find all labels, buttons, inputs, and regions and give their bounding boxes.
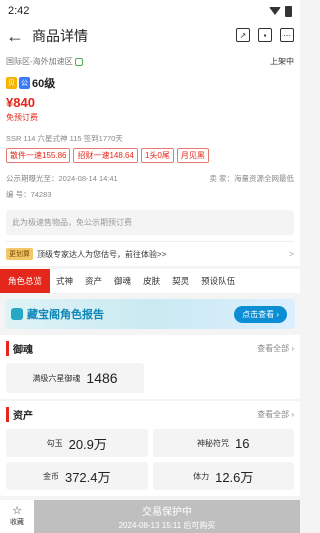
account-meta: SSR 114 六星式神 115 签到1770天 bbox=[6, 134, 123, 143]
role-report-banner[interactable]: 藏宝阁角色报告 点击查看 › bbox=[5, 299, 295, 329]
star-icon: ☆ bbox=[12, 505, 22, 517]
highlight-tag: 散件一速155.86 bbox=[6, 148, 71, 163]
seller-label: 卖 家： bbox=[209, 174, 234, 183]
publicity-info: 公示期曝光至：2024-08-14 14:41 bbox=[6, 173, 118, 184]
tab-assets[interactable]: 资产 bbox=[79, 269, 108, 293]
expert-promo[interactable]: 更划算 顶级专家达人为您估号，前往体验>> > bbox=[6, 241, 294, 266]
more-icon[interactable]: ⋯ bbox=[280, 28, 294, 42]
serial-number: 74283 bbox=[30, 190, 52, 199]
tab-shikigami[interactable]: 式神 bbox=[50, 269, 79, 293]
tab-overview[interactable]: 角色总览 bbox=[0, 269, 51, 293]
listing-status: 上架中 bbox=[270, 57, 294, 66]
region-text: 国际区-海外加速区 bbox=[6, 57, 73, 66]
assets-grid: 勾玉 20.9万 神秘符咒 16 金币 372.4万 体力 12.6万 bbox=[6, 429, 294, 490]
banner-title: 藏宝阁角色报告 bbox=[27, 309, 104, 321]
wifi-icon bbox=[269, 7, 281, 15]
tab-yuhun[interactable]: 御魂 bbox=[108, 269, 137, 293]
assets-section: 资产 查看全部 › 勾玉 20.9万 神秘符咒 16 金币 372.4万 体力 … bbox=[0, 401, 300, 496]
status-time: 2:42 bbox=[8, 5, 30, 17]
asset-cell: 金币 372.4万 bbox=[6, 462, 148, 490]
server-badge: 贝 bbox=[6, 77, 17, 89]
share-icon[interactable]: ↗ bbox=[236, 28, 250, 42]
asset-value: 372.4万 bbox=[64, 469, 111, 485]
highlight-tags: 散件一速155.86 招财一速148.64 1头0尾 月见黑 bbox=[6, 148, 294, 163]
tab-preset-team[interactable]: 预设队伍 bbox=[195, 269, 241, 293]
publicity-seller-row: 公示期曝光至：2024-08-14 14:41 卖 家：海量资源全网最低 bbox=[6, 173, 294, 184]
publicity-label: 公示期曝光至： bbox=[6, 174, 59, 183]
asset-label: 金币 bbox=[42, 471, 59, 481]
title-row: 贝 公 60级 bbox=[6, 75, 294, 91]
asset-cell: 勾玉 20.9万 bbox=[6, 429, 148, 457]
highlight-tag: 月见黑 bbox=[176, 148, 209, 163]
folder-icon[interactable]: ▪ bbox=[258, 28, 272, 42]
tab-skins[interactable]: 皮肤 bbox=[137, 269, 166, 293]
report-icon bbox=[11, 308, 23, 320]
serial-row: 编 号：74283 bbox=[6, 189, 294, 206]
region-label: 国际区-海外加速区 bbox=[6, 56, 83, 67]
header-actions: ↗ ▪ ⋯ bbox=[236, 28, 294, 42]
free-installment-label: 免预订费 bbox=[6, 113, 38, 122]
yuhun-label: 满级六星御魂 bbox=[32, 373, 81, 383]
asset-value: 16 bbox=[235, 435, 250, 451]
seller-info: 卖 家：海量资源全网最低 bbox=[209, 173, 294, 184]
status-bar: 2:42 bbox=[0, 0, 300, 22]
price: ¥840 bbox=[6, 95, 35, 110]
page-title: 商品详情 bbox=[32, 28, 88, 44]
tab-contract[interactable]: 契灵 bbox=[166, 269, 195, 293]
protection-title: 交易保护中 bbox=[142, 506, 192, 518]
bottom-bar: ☆ 收藏 交易保护中 2024-08-13 15:11 后可购买 bbox=[0, 500, 300, 533]
promo-badge: 更划算 bbox=[6, 248, 33, 260]
yuhun-header: 御魂 查看全部 › bbox=[6, 339, 294, 358]
highlight-tag: 招财一速148.64 bbox=[73, 148, 138, 163]
serial-label: 编 号： bbox=[6, 190, 31, 199]
back-arrow-icon[interactable]: ← bbox=[6, 26, 32, 47]
asset-label: 勾玉 bbox=[46, 438, 63, 448]
yuhun-stat: 满级六星御魂 1486 bbox=[6, 363, 144, 393]
top-bar: ← 商品详情 ↗ ▪ ⋯ bbox=[0, 22, 300, 50]
view-report-button[interactable]: 点击查看 › bbox=[234, 306, 287, 323]
chevron-right-icon: > bbox=[288, 249, 294, 259]
yuhun-value: 1486 bbox=[86, 370, 118, 386]
highlight-tag: 1头0尾 bbox=[140, 148, 174, 163]
yuhun-section: 御魂 查看全部 › 满级六星御魂 1486 bbox=[0, 335, 300, 399]
publicity-date: 2024-08-14 14:41 bbox=[58, 174, 118, 183]
protection-time: 2024-08-13 15:11 后可购买 bbox=[118, 520, 216, 530]
account-level: 60级 bbox=[32, 78, 56, 90]
status-icons bbox=[269, 5, 292, 17]
region-row: 国际区-海外加速区 上架中 bbox=[6, 54, 294, 69]
asset-cell: 体力 12.6万 bbox=[152, 462, 294, 490]
section-title: 资产 bbox=[6, 407, 33, 422]
assets-header: 资产 查看全部 › bbox=[6, 405, 294, 424]
seller-name[interactable]: 海量资源全网最低 bbox=[234, 174, 294, 183]
promo-text: 顶级专家达人为您估号，前往体验>> bbox=[37, 249, 167, 259]
favorite-label: 收藏 bbox=[10, 519, 24, 526]
asset-cell: 神秘符咒 16 bbox=[152, 429, 294, 457]
trade-protection-button: 交易保护中 2024-08-13 15:11 后可购买 bbox=[34, 500, 300, 533]
express-notice: 此为极速售物品，免公示期预订费 bbox=[6, 210, 294, 235]
region-accelerate-icon bbox=[74, 57, 83, 66]
see-all-link[interactable]: 查看全部 › bbox=[257, 409, 294, 420]
public-badge: 公 bbox=[19, 77, 30, 89]
listing-card: 国际区-海外加速区 上架中 贝 公 60级 ¥840 免预订费 SSR 114 … bbox=[0, 50, 300, 266]
asset-label: 神秘符咒 bbox=[197, 438, 230, 448]
asset-label: 体力 bbox=[193, 471, 210, 481]
see-all-link[interactable]: 查看全部 › bbox=[257, 343, 294, 354]
asset-value: 20.9万 bbox=[68, 436, 107, 452]
favorite-button[interactable]: ☆ 收藏 bbox=[0, 500, 34, 533]
battery-icon bbox=[285, 5, 292, 17]
detail-tabs: 角色总览 式神 资产 御魂 皮肤 契灵 预设队伍 bbox=[0, 269, 300, 293]
section-title: 御魂 bbox=[6, 341, 33, 356]
asset-value: 12.6万 bbox=[215, 469, 254, 485]
